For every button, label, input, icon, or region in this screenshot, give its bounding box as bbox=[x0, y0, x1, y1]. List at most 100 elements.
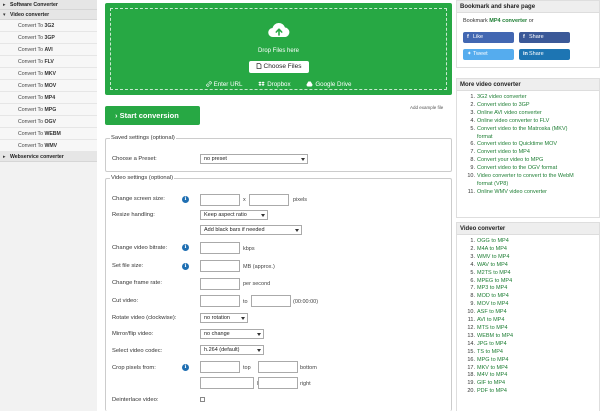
list-item[interactable]: 10. ASF to MP4 bbox=[463, 309, 599, 317]
file-size-input[interactable] bbox=[200, 260, 240, 272]
sidebar-category-video[interactable]: ▾ Video converter bbox=[0, 10, 97, 20]
sidebar-item-mp4[interactable]: Convert To MP4 bbox=[0, 92, 97, 104]
bitrate-input[interactable] bbox=[200, 242, 240, 254]
list-item[interactable]: 4. Online video converter to FLV bbox=[463, 118, 599, 126]
cut-video-label: Cut video: bbox=[112, 298, 139, 304]
list-item[interactable]: 2. M4A to MP4 bbox=[463, 246, 599, 254]
info-icon[interactable]: i bbox=[182, 263, 189, 270]
list-item[interactable]: 17. MKV to MP4 bbox=[463, 365, 599, 373]
page: ▸ Software Converter ▾ Video converter Con… bbox=[0, 0, 600, 411]
crop-top-input[interactable] bbox=[200, 361, 240, 373]
list-item[interactable]: 4. WAV to MP4 bbox=[463, 262, 599, 270]
list-item[interactable]: 9. MOV to MP4 bbox=[463, 301, 599, 309]
bookmark-text: Bookmark MP4 converter or bbox=[463, 18, 534, 24]
start-conversion-button[interactable]: › Start conversion bbox=[105, 106, 200, 125]
sidebar-item-ogv[interactable]: Convert To OGV bbox=[0, 116, 97, 128]
list-item[interactable]: 18. M4V to MP4 bbox=[463, 372, 599, 380]
preset-select[interactable]: no preset bbox=[200, 154, 308, 164]
sidebar-item-mov[interactable]: Convert To MOV bbox=[0, 80, 97, 92]
cut-to-label: to bbox=[243, 299, 248, 305]
black-bars-select[interactable]: Add black bars if needed bbox=[200, 225, 302, 235]
google-drive-link[interactable]: Google Drive bbox=[306, 81, 351, 88]
crop-bottom-input[interactable] bbox=[258, 361, 298, 373]
list-item[interactable]: 19. GIF to MP4 bbox=[463, 380, 599, 388]
frame-rate-label: Change frame rate: bbox=[112, 280, 162, 286]
codec-select[interactable]: h.264 (default) bbox=[200, 345, 264, 355]
facebook-share-button[interactable]: f Share bbox=[519, 32, 570, 43]
tweet-button[interactable]: ✦Tweet bbox=[463, 49, 514, 60]
list-item[interactable]: 7. Convert video to MP4 bbox=[463, 149, 599, 157]
saved-settings-panel: Saved settings (optional) Choose a Prese… bbox=[105, 135, 452, 172]
list-item[interactable]: 8. MOD to MP4 bbox=[463, 293, 599, 301]
facebook-like-button[interactable]: f Like bbox=[463, 32, 514, 43]
sidebar-category-software[interactable]: ▸ Software Converter bbox=[0, 0, 97, 10]
sidebar-item-mpg[interactable]: Convert To MPG bbox=[0, 104, 97, 116]
enter-url-link[interactable]: Enter URL bbox=[205, 81, 242, 88]
list-item[interactable]: 11. Online WMV video converter bbox=[463, 189, 599, 197]
list-item[interactable]: 2. Convert video to 3GP bbox=[463, 102, 599, 110]
sidebar: ▸ Software Converter ▾ Video converter Con… bbox=[0, 0, 97, 411]
list-item[interactable]: 7. MP3 to MP4 bbox=[463, 285, 599, 293]
chevron-right-icon: › bbox=[115, 111, 118, 120]
list-item[interactable]: 9. Convert video to the OGV format bbox=[463, 165, 599, 173]
cut-start-input[interactable] bbox=[200, 295, 240, 307]
linkedin-share-button[interactable]: inShare bbox=[519, 49, 570, 60]
info-icon[interactable]: i bbox=[182, 196, 189, 203]
add-example-file-link[interactable]: Add example file bbox=[410, 105, 443, 110]
screen-height-input[interactable] bbox=[249, 194, 289, 206]
list-item[interactable]: 3. Online AVI video converter bbox=[463, 110, 599, 118]
list-item[interactable]: 10. Video converter to convert to the Web… bbox=[463, 173, 599, 181]
list-item[interactable]: 13. WEBM to MP4 bbox=[463, 333, 599, 341]
info-icon[interactable]: i bbox=[182, 244, 189, 251]
list-item[interactable]: 1. OGG to MP4 bbox=[463, 238, 599, 246]
list-item-continued[interactable]: format bbox=[463, 134, 599, 142]
list-item[interactable]: 1. 3G2 video converter bbox=[463, 94, 599, 102]
list-item-continued[interactable]: format (VP8) bbox=[463, 181, 599, 189]
list-item[interactable]: 16. MPG to MP4 bbox=[463, 357, 599, 365]
bookmark-link[interactable]: MP4 converter bbox=[489, 18, 527, 24]
deinterlace-checkbox[interactable] bbox=[200, 397, 205, 402]
crop-label: Crop pixels from: bbox=[112, 365, 156, 371]
choose-files-button[interactable]: Choose Files bbox=[248, 61, 309, 73]
more-converters-list: 1. 3G2 video converter 2. Convert video to… bbox=[457, 91, 599, 197]
resize-handling-label: Resize handling: bbox=[112, 212, 155, 218]
frame-rate-input[interactable] bbox=[200, 278, 240, 290]
crop-bottom-label: bottom bbox=[300, 365, 317, 371]
sidebar-item-wmv[interactable]: Convert To WMV bbox=[0, 140, 97, 152]
mirror-label: Mirror/flip video: bbox=[112, 331, 154, 337]
file-drop-zone[interactable]: Drop Files here Choose Files Enter URL D… bbox=[105, 3, 452, 95]
list-item[interactable]: 3. WMV to MP4 bbox=[463, 254, 599, 262]
list-item[interactable]: 12. MTS to MP4 bbox=[463, 325, 599, 333]
dropbox-link[interactable]: Dropbox bbox=[258, 81, 291, 88]
sidebar-item-webm[interactable]: Convert To WEBM bbox=[0, 128, 97, 140]
sidebar-item-mkv[interactable]: Convert To MKV bbox=[0, 68, 97, 80]
dropbox-icon bbox=[258, 81, 265, 86]
resize-handling-select[interactable]: Keep aspect ratio bbox=[200, 210, 268, 220]
list-item[interactable]: 5. Convert video to the Matroska (MKV) bbox=[463, 126, 599, 134]
list-item[interactable]: 15. TS to MP4 bbox=[463, 349, 599, 357]
screen-width-input[interactable] bbox=[200, 194, 240, 206]
list-item[interactable]: 6. Convert video to Quicktime MOV bbox=[463, 141, 599, 149]
rotate-label: Rotate video (clockwise): bbox=[112, 315, 177, 321]
sidebar-item-flv[interactable]: Convert To FLV bbox=[0, 56, 97, 68]
info-icon[interactable]: i bbox=[182, 364, 189, 371]
sidebar-category-webservice[interactable]: ▸ Webservice converter bbox=[0, 152, 97, 162]
mirror-select[interactable]: no change bbox=[200, 329, 264, 339]
sidebar-item-avi[interactable]: Convert To AVI bbox=[0, 44, 97, 56]
list-item[interactable]: 11. AVI to MP4 bbox=[463, 317, 599, 325]
video-converter-panel: Video converter 1. OGG to MP4 2. M4A to MP… bbox=[456, 222, 600, 411]
list-item[interactable]: 5. M2TS to MP4 bbox=[463, 270, 599, 278]
list-item[interactable]: 6. MPEG to MP4 bbox=[463, 278, 599, 286]
rotate-select[interactable]: no rotation bbox=[200, 313, 248, 323]
list-item[interactable]: 14. JPG to MP4 bbox=[463, 341, 599, 349]
sidebar-item-3gp[interactable]: Convert To 3GP bbox=[0, 32, 97, 44]
crop-left-input[interactable] bbox=[200, 377, 254, 389]
chevron-down-icon bbox=[301, 158, 305, 161]
sidebar-item-3g2[interactable]: Convert To 3G2 bbox=[0, 20, 97, 32]
cut-end-input[interactable] bbox=[251, 295, 291, 307]
list-item[interactable]: 20. PDF to MP4 bbox=[463, 388, 599, 396]
google-drive-icon bbox=[306, 81, 314, 87]
file-size-label: Set file size: bbox=[112, 263, 144, 269]
crop-right-input[interactable] bbox=[258, 377, 298, 389]
list-item[interactable]: 8. Convert your video to MPG bbox=[463, 157, 599, 165]
